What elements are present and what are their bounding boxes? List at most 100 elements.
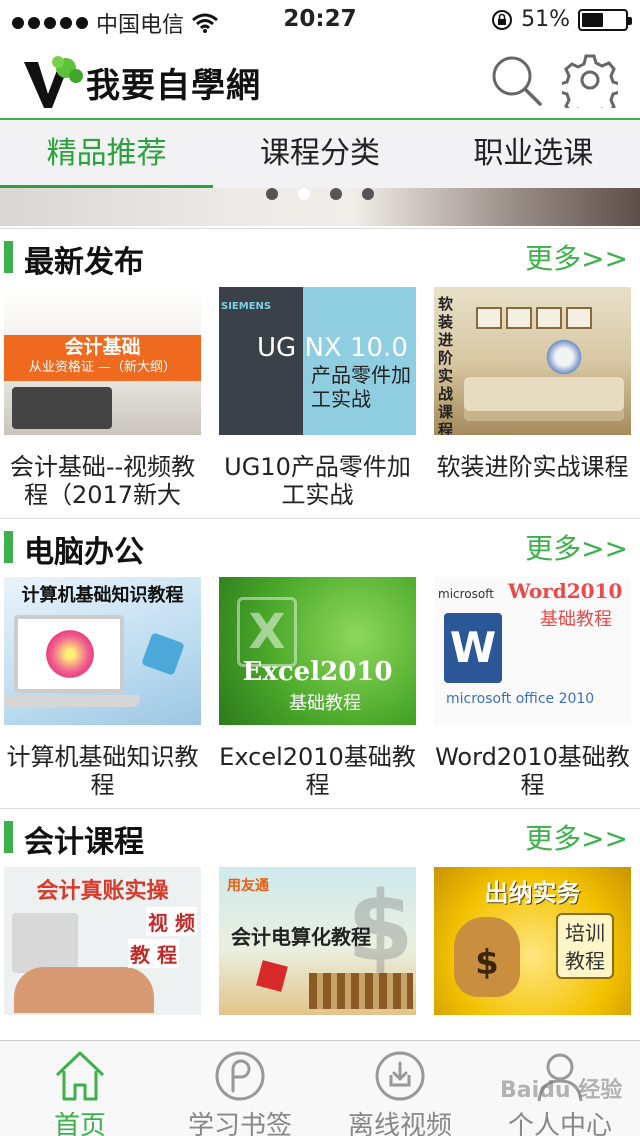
course-title: 软装进阶实战课程 <box>436 453 629 481</box>
more-link[interactable]: 更多>> <box>525 527 628 567</box>
thumb-brand: 用友通 <box>227 878 269 894</box>
thumb-heading: 软装进阶实战课程 <box>438 295 454 435</box>
course-card[interactable]: 软装进阶实战课程 软装进阶实战课程 <box>434 287 631 511</box>
section-title: 会计课程 <box>24 825 144 860</box>
section-title: 电脑办公 <box>24 535 144 570</box>
tab-categories[interactable]: 课程分类 <box>213 120 426 188</box>
gear-icon[interactable] <box>562 52 618 108</box>
carousel-dot-active[interactable] <box>298 188 310 200</box>
app-header: 我要自學網 <box>0 40 640 118</box>
tabbar-label: 学习书签 <box>187 1111 292 1136</box>
course-thumbnail[interactable]: 出纳实务 $ 培训教程 <box>434 867 631 1015</box>
tab-career[interactable]: 职业选课 <box>427 120 640 188</box>
battery-percent: 51% <box>521 7 570 32</box>
course-thumbnail[interactable]: microsoft Word2010 基础教程 W microsoft offi… <box>434 577 631 725</box>
thumb-subheading: 培训教程 <box>556 913 614 979</box>
course-thumbnail[interactable]: 计算机基础知识教程 <box>4 577 201 725</box>
course-card[interactable]: 计算机基础知识教程 计算机基础知识教程 <box>4 577 201 801</box>
thumb-subheading: 视 频 <box>146 907 197 936</box>
course-card[interactable]: 出纳实务 $ 培训教程 <box>434 867 631 1015</box>
course-card[interactable]: microsoft Word2010 基础教程 W microsoft offi… <box>434 577 631 801</box>
course-thumbnail[interactable]: $ 用友通 会计电算化教程 <box>219 867 416 1015</box>
laptop-image <box>4 615 140 707</box>
course-card[interactable]: 会计真账实操 视 频 教 程 <box>4 867 201 1015</box>
thumb-subheading: 从业资格证 —（新大纲） <box>28 360 177 375</box>
thumb-heading: Excel2010 <box>242 657 393 687</box>
thumb-brand: SIEMENS <box>221 301 272 312</box>
section-latest: 最新发布 更多>> 会计基础 从业资格证 —（新大纲） 会计基础--视频教程（2… <box>0 228 640 511</box>
tabbar-item-home[interactable]: 首页 <box>0 1041 160 1136</box>
thumb-heading: Word2010 <box>508 579 623 603</box>
course-thumbnail[interactable]: X Excel2010 基础教程 <box>219 577 416 725</box>
flower-vase-image <box>544 337 584 377</box>
carousel-dot[interactable] <box>362 188 374 200</box>
banner-carousel[interactable] <box>0 188 640 226</box>
section-header: 电脑办公 更多>> <box>0 519 640 577</box>
more-link[interactable]: 更多>> <box>525 817 628 857</box>
thumb-subheading: 教 程 <box>128 939 179 968</box>
course-list: 计算机基础知识教程 计算机基础知识教程 X Excel2010 基础教程 Exc… <box>0 577 640 801</box>
tab-featured[interactable]: 精品推荐 <box>0 120 214 190</box>
watermark: Baidu 经验 <box>500 1078 623 1103</box>
thumb-heading: 出纳实务 <box>484 879 581 907</box>
section-marker <box>4 531 13 563</box>
tabbar-item-bookmarks[interactable]: 学习书签 <box>160 1041 320 1136</box>
section-marker <box>4 821 13 853</box>
section-office: 电脑办公 更多>> 计算机基础知识教程 计算机基础知识教程 X Excel201… <box>0 518 640 801</box>
cube-image <box>141 632 185 676</box>
home-icon <box>55 1051 105 1101</box>
course-thumbnail[interactable]: 会计基础 从业资格证 —（新大纲） <box>4 287 201 435</box>
more-link[interactable]: 更多>> <box>525 237 628 277</box>
calculator-image <box>12 387 112 429</box>
thumb-heading: 会计电算化教程 <box>231 925 371 949</box>
logo-leaf-icon <box>24 56 83 108</box>
hand-image <box>14 967 154 1013</box>
carousel-dot[interactable] <box>266 188 278 200</box>
section-title: 最新发布 <box>24 245 144 280</box>
thumb-heading: 会计真账实操 <box>36 879 169 904</box>
thumb-subheading: 基础教程 <box>540 609 612 630</box>
course-thumbnail[interactable]: 会计真账实操 视 频 教 程 <box>4 867 201 1015</box>
thumb-subheading: 产品零件加工实战 <box>311 363 411 411</box>
thumb-subheading-text: 产品零件加工实战 <box>311 363 411 411</box>
course-card[interactable]: X Excel2010 基础教程 Excel2010 基础教程 <box>219 577 416 801</box>
word-icon: W <box>444 613 502 683</box>
tabbar-item-offline[interactable]: 离线视频 <box>320 1041 480 1136</box>
course-title: 计算机基础知识教程 <box>6 743 199 799</box>
logo-text: 我要自學網 <box>86 65 261 106</box>
carousel-dot[interactable] <box>330 188 342 200</box>
course-list: 会计真账实操 视 频 教 程 $ 用友通 会计电算化教程 出纳实务 $ 培训教程 <box>0 867 640 1015</box>
sofa-image <box>464 377 624 421</box>
download-icon <box>375 1051 425 1101</box>
section-header: 最新发布 更多>> <box>0 229 640 287</box>
carousel-indicator <box>0 188 640 200</box>
section-marker <box>4 241 13 273</box>
money-bag-image: $ <box>454 917 520 997</box>
abacus-image <box>309 973 413 1009</box>
battery-group: 51% <box>491 7 632 32</box>
thumb-footer: microsoft office 2010 <box>446 691 595 707</box>
course-title: UG10产品零件加工实战 <box>224 453 411 509</box>
thumb-subheading: 基础教程 <box>289 693 361 714</box>
app-logo[interactable]: 我要自學網 <box>22 54 261 110</box>
section-header: 会计课程 更多>> <box>0 809 640 867</box>
thumb-heading: 会计基础 <box>64 336 141 358</box>
course-title: Word2010基础教程 <box>435 743 630 799</box>
picture-frames <box>474 305 614 355</box>
course-card[interactable]: 会计基础 从业资格证 —（新大纲） 会计基础--视频教程（2017新大 <box>4 287 201 511</box>
search-icon[interactable] <box>488 52 544 108</box>
battery-icon <box>578 8 632 31</box>
section-accounting: 会计课程 更多>> 会计真账实操 视 频 教 程 $ 用友通 会计电算化教程 出… <box>0 808 640 1015</box>
course-thumbnail[interactable]: SIEMENS UG NX 10.0 产品零件加工实战 <box>219 287 416 435</box>
thumb-brand: microsoft <box>438 587 494 601</box>
tabbar-label: 离线视频 <box>347 1111 452 1136</box>
bookmark-icon <box>215 1051 265 1101</box>
course-thumbnail[interactable]: 软装进阶实战课程 <box>434 287 631 435</box>
thumb-heading: UG NX 10.0 <box>257 333 408 363</box>
course-card[interactable]: SIEMENS UG NX 10.0 产品零件加工实战 UG10产品零件加工实战 <box>219 287 416 511</box>
status-bar: 中国电信 20:27 51% <box>0 0 640 40</box>
thumb-banner: 会计基础 从业资格证 —（新大纲） <box>4 335 201 381</box>
cube-image <box>256 960 288 992</box>
thumb-heading: 计算机基础知识教程 <box>21 585 184 606</box>
course-card[interactable]: $ 用友通 会计电算化教程 <box>219 867 416 1015</box>
